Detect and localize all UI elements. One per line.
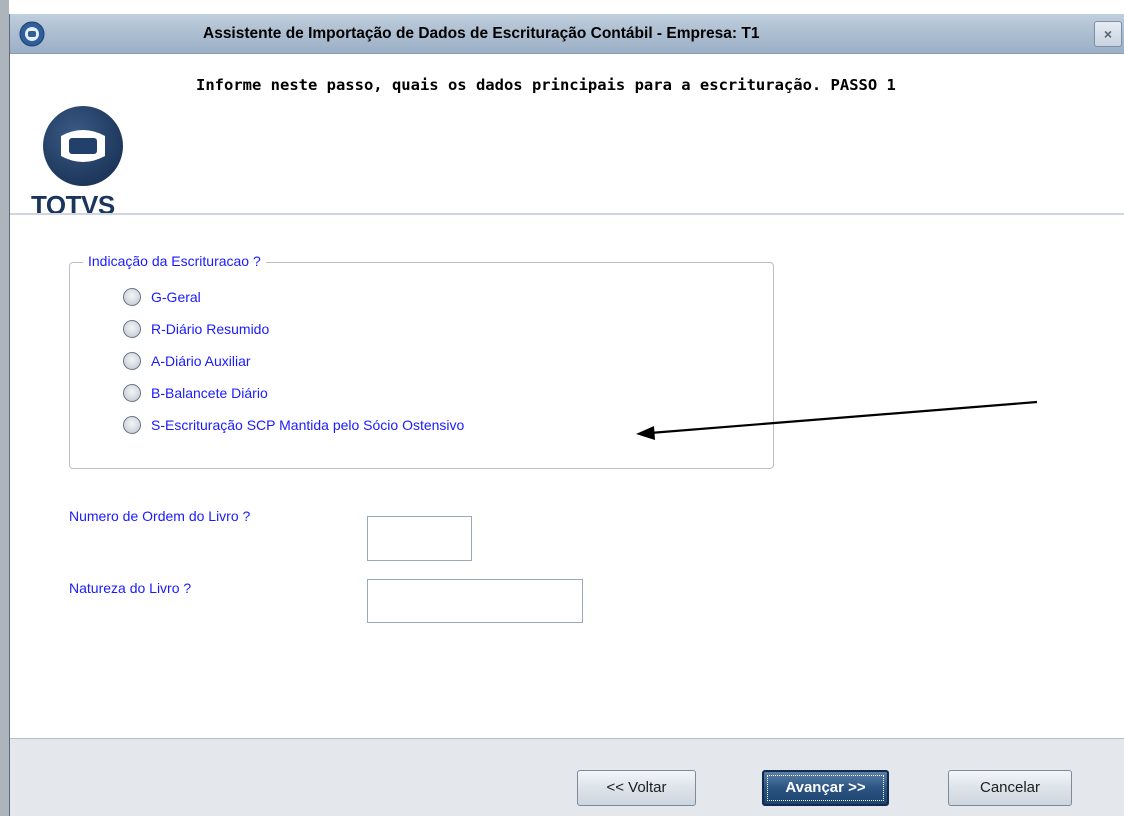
radio-label: G-Geral bbox=[151, 289, 201, 305]
radio-option-diario-resumido[interactable]: R-Diário Resumido bbox=[123, 318, 269, 340]
radio-label: A-Diário Auxiliar bbox=[151, 353, 251, 369]
radio-label: S-Escrituração SCP Mantida pelo Sócio Os… bbox=[151, 417, 465, 433]
desktop-background bbox=[0, 0, 9, 816]
window-title: Assistente de Importação de Dados de Esc… bbox=[203, 25, 760, 42]
close-button[interactable]: × bbox=[1094, 21, 1122, 47]
title-bar[interactable]: Assistente de Importação de Dados de Esc… bbox=[10, 14, 1124, 54]
close-icon: × bbox=[1103, 26, 1113, 42]
radio-option-scp-socio-ostensivo[interactable]: S-Escrituração SCP Mantida pelo Sócio Os… bbox=[123, 414, 464, 436]
back-button[interactable]: << Voltar bbox=[577, 770, 696, 806]
group-legend: Indicação da Escrituracao ? bbox=[83, 253, 266, 269]
next-button[interactable]: Avançar >> bbox=[762, 770, 889, 806]
radio-button[interactable] bbox=[123, 320, 141, 338]
focus-ring bbox=[767, 775, 884, 801]
radio-option-balancete-diario[interactable]: B-Balancete Diário bbox=[123, 382, 268, 404]
cancel-button[interactable]: Cancelar bbox=[948, 770, 1072, 806]
radio-button[interactable] bbox=[123, 384, 141, 402]
step-instruction: Informe neste passo, quais os dados prin… bbox=[196, 76, 896, 94]
wizard-footer: << Voltar Avançar >> Cancelar bbox=[10, 738, 1124, 816]
app-icon bbox=[19, 21, 45, 47]
numero-ordem-input[interactable] bbox=[367, 516, 472, 561]
radio-button[interactable] bbox=[123, 288, 141, 306]
totvs-logo: TOTVS bbox=[31, 94, 141, 220]
radio-button[interactable] bbox=[123, 352, 141, 370]
radio-label: R-Diário Resumido bbox=[151, 321, 270, 337]
radio-button[interactable] bbox=[123, 416, 141, 434]
radio-option-diario-auxiliar[interactable]: A-Diário Auxiliar bbox=[123, 350, 251, 372]
totvs-logo-icon bbox=[43, 106, 123, 186]
wizard-content: Indicação da Escrituracao ? G-Geral R-Di… bbox=[10, 215, 1124, 749]
wizard-dialog: Assistente de Importação de Dados de Esc… bbox=[9, 14, 1124, 816]
radio-option-geral[interactable]: G-Geral bbox=[123, 286, 201, 308]
radio-label: B-Balancete Diário bbox=[151, 385, 268, 401]
natureza-livro-input[interactable] bbox=[367, 579, 583, 623]
natureza-livro-label: Natureza do Livro ? bbox=[69, 580, 192, 596]
indicacao-escrituracao-group: Indicação da Escrituracao ? G-Geral R-Di… bbox=[69, 253, 774, 469]
numero-ordem-label: Numero de Ordem do Livro ? bbox=[69, 508, 251, 524]
wizard-header: TOTVS Informe neste passo, quais os dado… bbox=[10, 54, 1124, 220]
